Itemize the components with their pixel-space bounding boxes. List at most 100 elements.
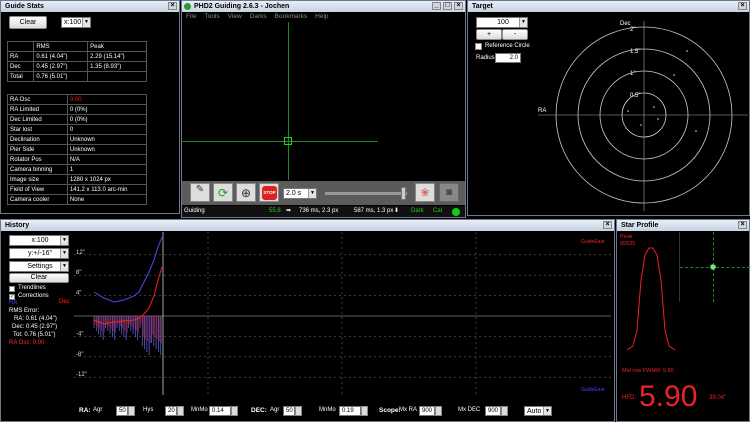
mnmo-input[interactable]: 0.14 (209, 406, 231, 416)
camera-button[interactable]: ◙ (439, 183, 459, 202)
summary-header-cell: Peak (87, 41, 147, 52)
dec-mnmo-label: MnMo (319, 407, 336, 413)
history-settings-select[interactable]: Settings ▼ (9, 261, 69, 272)
ra-agr-label: Agr (93, 407, 103, 413)
status-cal: Cal (433, 208, 443, 214)
table-cell: 0.45 (2.97") (33, 61, 89, 72)
table-cell: Camera cooler (7, 194, 68, 205)
close-icon[interactable]: × (603, 221, 612, 229)
hys-spinner[interactable] (177, 406, 184, 416)
chevron-down-icon: ▼ (60, 236, 68, 245)
trendlines-checkbox[interactable] (9, 286, 15, 292)
rms-dec: Dec: 0.45 (2.97") (12, 324, 58, 330)
close-icon[interactable]: × (738, 221, 747, 229)
table-row: RA Limited 0 (0%) (7, 104, 148, 115)
target-title: Target × (468, 1, 749, 12)
target-point (657, 118, 659, 120)
table-cell: 0.00 (66, 94, 148, 105)
mx-ra-input[interactable]: 900 (419, 406, 435, 416)
main-window: PHD2 Guiding 2.6.3 - Jochen × □ _ File Tool… (181, 0, 466, 218)
history-clear-button[interactable]: Clear (9, 273, 69, 283)
status-dark: Dark (411, 208, 424, 214)
guide-stats-clear-button[interactable]: Clear (9, 16, 47, 29)
table-cell: Unknown (66, 134, 148, 145)
dec-mnmo-input[interactable]: 0.19 (339, 406, 361, 416)
dec-mnmo-spinner[interactable] (361, 406, 368, 416)
main-title: PHD2 Guiding 2.6.3 - Jochen × □ _ (182, 1, 465, 12)
auto-select-star-button[interactable]: ⟳ (213, 183, 233, 202)
dec-agr-spinner[interactable] (295, 406, 302, 416)
status-ra: 736 ms, 2.3 px (299, 208, 339, 214)
close-icon[interactable]: × (738, 2, 747, 10)
target-point (653, 106, 655, 108)
chevron-down-icon: ▼ (308, 189, 316, 198)
exposure-select[interactable]: 2.0 s ▼ (283, 188, 317, 199)
dec-agr-label: Agr (270, 407, 280, 413)
table-cell: Rotator Pos (7, 154, 68, 165)
menu-bar: File Tools View Darks Bookmarks Help (182, 12, 465, 22)
ra-axis-label: RA (538, 108, 546, 114)
gamma-slider[interactable] (325, 192, 407, 195)
ra-agr-spinner[interactable] (128, 406, 135, 416)
gamma-slider-thumb[interactable] (401, 187, 406, 200)
close-icon[interactable]: × (454, 2, 463, 10)
crosshair-horizontal (182, 141, 378, 142)
guide-stats-scale-select[interactable]: x:100 ▼ (61, 17, 91, 28)
history-xscale-select[interactable]: x:100 ▼ (9, 235, 69, 246)
minimize-icon[interactable]: _ (432, 2, 441, 10)
menu-item-help[interactable]: Help (315, 13, 328, 20)
rms-tot: Tot: 0.76 (5.01") (13, 332, 56, 338)
table-cell: 0.76 (5.01") (33, 71, 89, 82)
target-point (695, 130, 697, 132)
trendlines-label: Trendlines (18, 285, 46, 291)
brain-button[interactable]: ❀ (415, 183, 435, 202)
stop-icon: STOP (262, 186, 277, 200)
menu-item-bookmarks[interactable]: Bookmarks (275, 13, 308, 20)
guide-button[interactable]: ⊕ (236, 183, 256, 202)
toolbar: ✎ ⟳ ⊕ STOP 2.0 s ▼ ❀ ◙ (182, 181, 465, 205)
table-row: Star lost 0 (7, 124, 148, 135)
ring-label: 1.5" (630, 49, 640, 55)
star-profile-plot (626, 247, 676, 351)
mid-row-fwhm: Mid row FWHM: 5.90 (622, 368, 674, 374)
hys-input[interactable]: 20 (165, 406, 177, 416)
table-row: RA 0.61 (4.04") 2.29 (15.14") (6, 51, 147, 62)
table-row: Image size 1280 x 1024 px (7, 174, 148, 185)
history-yscale-select[interactable]: y:+/-16" ▼ (9, 248, 69, 259)
menu-item-tools[interactable]: Tools (204, 13, 219, 20)
close-icon[interactable]: × (168, 2, 177, 10)
menu-item-view[interactable]: View (228, 13, 242, 20)
table-cell: None (66, 194, 148, 205)
target-point (640, 124, 642, 126)
table-cell: Pier Side (7, 144, 68, 155)
stop-button[interactable]: STOP (259, 183, 279, 202)
menu-item-file[interactable]: File (186, 13, 196, 20)
table-cell: Dec Limited (7, 114, 68, 125)
dec-agr-input[interactable]: 50 (283, 406, 295, 416)
maximize-icon[interactable]: □ (443, 2, 452, 10)
ra-agr-input[interactable]: 50 (116, 406, 128, 416)
summary-table: RMS Peak RA 0.61 (4.04") 2.29 (15.14") Dec 0.4… (6, 41, 147, 82)
menu-item-darks[interactable]: Darks (250, 13, 267, 20)
table-row: Total 0.76 (5.01") (6, 71, 147, 82)
table-cell: 1 (66, 164, 148, 175)
mnmo-spinner[interactable] (231, 406, 238, 416)
rms-title: RMS Error: (9, 308, 39, 314)
mx-dec-label: Mx DEC (458, 407, 481, 413)
corrections-label: Corrections (18, 293, 49, 299)
mnmo-label: MnMo (191, 407, 208, 413)
y-tick-label: 12" (76, 250, 85, 256)
mx-ra-label: Mx RA (399, 407, 417, 413)
table-cell: RA Limited (7, 104, 68, 115)
star-thumbnail (679, 232, 750, 302)
table-cell: 141.2 x 113.0 arc-min (66, 184, 148, 195)
y-tick-label: -4" (76, 331, 83, 337)
mx-dec-input[interactable]: 900 (485, 406, 501, 416)
table-cell: Field of View (7, 184, 68, 195)
mode-select[interactable]: Auto ▼ (524, 406, 552, 416)
loop-button[interactable]: ✎ (190, 183, 210, 202)
mx-dec-spinner[interactable] (501, 406, 508, 416)
mx-ra-spinner[interactable] (435, 406, 442, 416)
ra-legend: RA (9, 300, 18, 306)
table-cell: 0.61 (4.04") (33, 51, 89, 62)
